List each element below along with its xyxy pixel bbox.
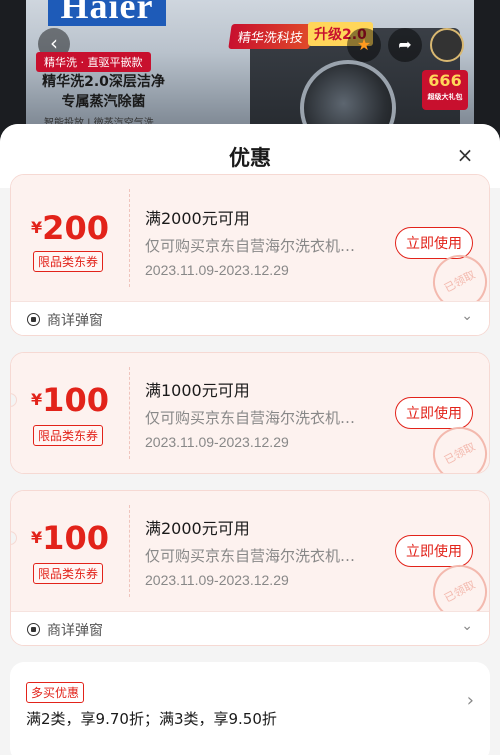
tech-badge: 精华洗科技: [228, 24, 313, 49]
coupon-validity: 2023.11.09-2023.12.29: [145, 434, 289, 450]
coupon-scope: 仅可购买京东自营海尔洗衣机…: [145, 409, 356, 427]
coupon-amount: ¥100: [11, 381, 129, 419]
share-button[interactable]: ➦: [388, 28, 422, 62]
limit-tag: 限品类东券: [33, 425, 104, 446]
chevron-down-icon: ⌄: [461, 618, 473, 634]
discount-sheet: 优惠 × ¥200 限品类东券 满2000元可用 仅可购买京东自营海尔洗衣机… …: [0, 124, 500, 755]
avatar[interactable]: [430, 28, 464, 62]
currency-symbol: ¥: [31, 528, 43, 547]
coupon-info: 满1000元可用 仅可购买京东自营海尔洗衣机… 2023.11.09-2023.…: [145, 377, 375, 450]
coupon-amount-area: ¥100 限品类东券: [11, 353, 129, 473]
chevron-right-icon: ›: [466, 690, 474, 711]
sheet-title: 优惠: [229, 146, 271, 170]
footer-label: 商详弹窗: [47, 623, 103, 639]
coupon-divider: [129, 505, 130, 597]
coupon-scope: 仅可购买京东自营海尔洗衣机…: [145, 547, 356, 565]
coupon-body: ¥200 限品类东券 满2000元可用 仅可购买京东自营海尔洗衣机… 2023.…: [11, 175, 489, 319]
coupon-body: ¥100 限品类东券 满1000元可用 仅可购买京东自营海尔洗衣机… 2023.…: [11, 353, 489, 473]
coupon-divider: [129, 189, 130, 287]
popup-icon: [27, 623, 40, 636]
coupon-amount: ¥100: [11, 519, 129, 557]
coupon-threshold: 满2000元可用: [145, 209, 250, 228]
currency-symbol: ¥: [31, 390, 43, 409]
coupon-amount: ¥200: [11, 209, 129, 247]
coupon-validity: 2023.11.09-2023.12.29: [145, 572, 289, 588]
banner-headline: 精华洗2.0深层洁净专属蒸汽除菌: [42, 74, 165, 110]
coupon-card: ¥100 限品类东券 满1000元可用 仅可购买京东自营海尔洗衣机… 2023.…: [10, 352, 490, 474]
amount-value: 100: [42, 381, 109, 419]
limit-tag: 限品类东券: [33, 563, 104, 584]
coupon-scope: 仅可购买京东自营海尔洗衣机…: [145, 237, 356, 255]
coupon-validity: 2023.11.09-2023.12.29: [145, 262, 289, 278]
close-icon: ×: [456, 143, 474, 167]
promo-number: 666: [428, 71, 462, 90]
coupon-amount-area: ¥200 限品类东券: [11, 175, 129, 301]
amount-value: 100: [42, 519, 109, 557]
promo-badge: 666 超级大礼包: [422, 70, 468, 110]
coupon-info: 满2000元可用 仅可购买京东自营海尔洗衣机… 2023.11.09-2023.…: [145, 515, 375, 588]
close-button[interactable]: ×: [454, 144, 476, 166]
chevron-down-icon: ⌄: [461, 308, 473, 324]
star-icon: ★: [356, 35, 372, 54]
coupon-footer[interactable]: 商详弹窗 ⌄: [11, 611, 489, 645]
limit-tag: 限品类东券: [33, 251, 104, 272]
multi-buy-tag: 多买优惠: [26, 682, 85, 703]
currency-symbol: ¥: [31, 218, 43, 237]
coupon-body: ¥100 限品类东券 满2000元可用 仅可购买京东自营海尔洗衣机… 2023.…: [11, 491, 489, 629]
multi-buy-text: 满2类，享9.70折；满3类，享9.50折: [26, 710, 277, 728]
popup-icon: [27, 313, 40, 326]
favorite-button[interactable]: ★: [347, 28, 381, 62]
use-now-button[interactable]: 立即使用: [395, 397, 473, 429]
coupon-amount-area: ¥100 限品类东券: [11, 491, 129, 611]
footer-label: 商详弹窗: [47, 313, 103, 329]
share-icon: ➦: [398, 35, 412, 54]
coupon-divider: [129, 367, 130, 459]
coupon-card: ¥100 限品类东券 满2000元可用 仅可购买京东自营海尔洗衣机… 2023.…: [10, 490, 490, 646]
coupon-card: ¥200 限品类东券 满2000元可用 仅可购买京东自营海尔洗衣机… 2023.…: [10, 174, 490, 336]
banner-tagline: 精华洗 · 直驱平嵌款: [36, 52, 151, 72]
amount-value: 200: [42, 209, 109, 247]
coupon-info: 满2000元可用 仅可购买京东自营海尔洗衣机… 2023.11.09-2023.…: [145, 205, 375, 278]
multi-buy-card[interactable]: 多买优惠 满2类，享9.70折；满3类，享9.50折 ›: [10, 662, 490, 755]
coupon-threshold: 满1000元可用: [145, 381, 250, 400]
coupon-threshold: 满2000元可用: [145, 519, 250, 538]
brand-logo: Haier: [48, 0, 166, 26]
coupon-footer[interactable]: 商详弹窗 ⌄: [11, 301, 489, 335]
use-now-button[interactable]: 立即使用: [395, 535, 473, 567]
promo-sub: 超级大礼包: [427, 93, 463, 101]
